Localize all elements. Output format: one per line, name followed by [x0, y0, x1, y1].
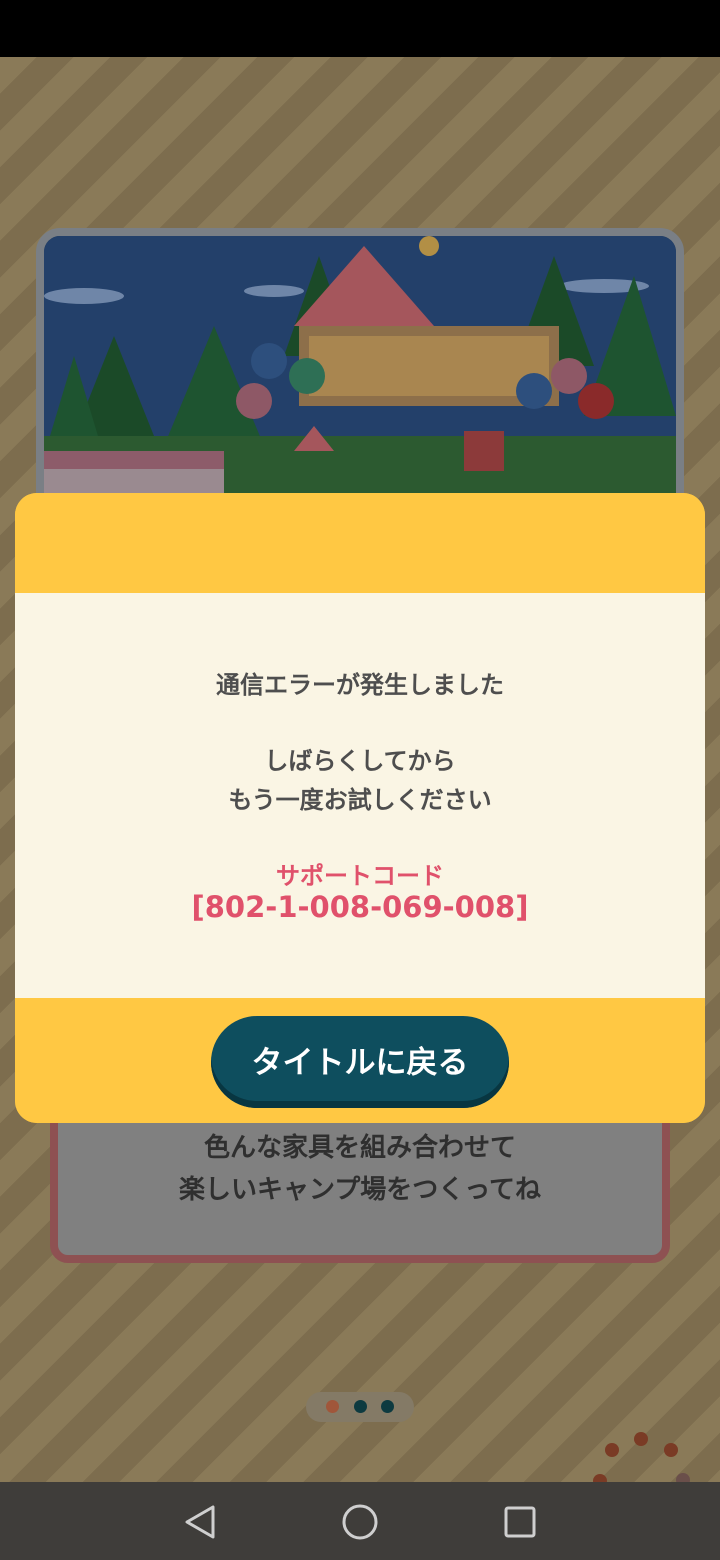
page-dot[interactable] [354, 1400, 367, 1413]
description-line-1: 色んな家具を組み合わせて [203, 1133, 516, 1163]
dialog-header [15, 493, 705, 593]
error-message-line-2: もう一度お試しください [228, 786, 492, 814]
nav-home-button[interactable] [338, 1500, 382, 1544]
error-title: 通信エラーが発生しました [216, 671, 504, 699]
page-dot-active[interactable] [326, 1400, 339, 1413]
dialog-body: 通信エラーが発生しました しばらくしてから もう一度お試しください サポートコー… [15, 593, 705, 998]
triangle-back-icon [185, 1505, 215, 1539]
page-indicator [306, 1392, 414, 1422]
nav-recents-button[interactable] [498, 1500, 542, 1544]
carousel-scene-illustration [44, 236, 676, 520]
dialog-footer: タイトルに戻る [15, 998, 705, 1123]
circle-home-icon [342, 1504, 378, 1540]
status-bar [0, 0, 720, 57]
description-line-2: 楽しいキャンプ場をつくってね [179, 1175, 541, 1205]
support-code-label: サポートコード [276, 862, 444, 890]
nav-back-button[interactable] [178, 1500, 222, 1544]
square-recents-icon [504, 1506, 536, 1538]
support-code-value: [802-1-008-069-008] [191, 890, 529, 924]
screen: 色んな家具を組み合わせて 楽しいキャンプ場をつくってね 通信エラーが発生しました… [0, 0, 720, 1560]
navigation-bar [0, 1482, 720, 1560]
error-dialog: 通信エラーが発生しました しばらくしてから もう一度お試しください サポートコー… [15, 493, 705, 1123]
return-to-title-button[interactable]: タイトルに戻る [211, 1016, 509, 1108]
error-message-line-1: しばらくしてから [264, 747, 456, 775]
scene-image [36, 228, 684, 528]
return-to-title-label: タイトルに戻る [251, 1044, 469, 1081]
page-dot[interactable] [381, 1400, 394, 1413]
